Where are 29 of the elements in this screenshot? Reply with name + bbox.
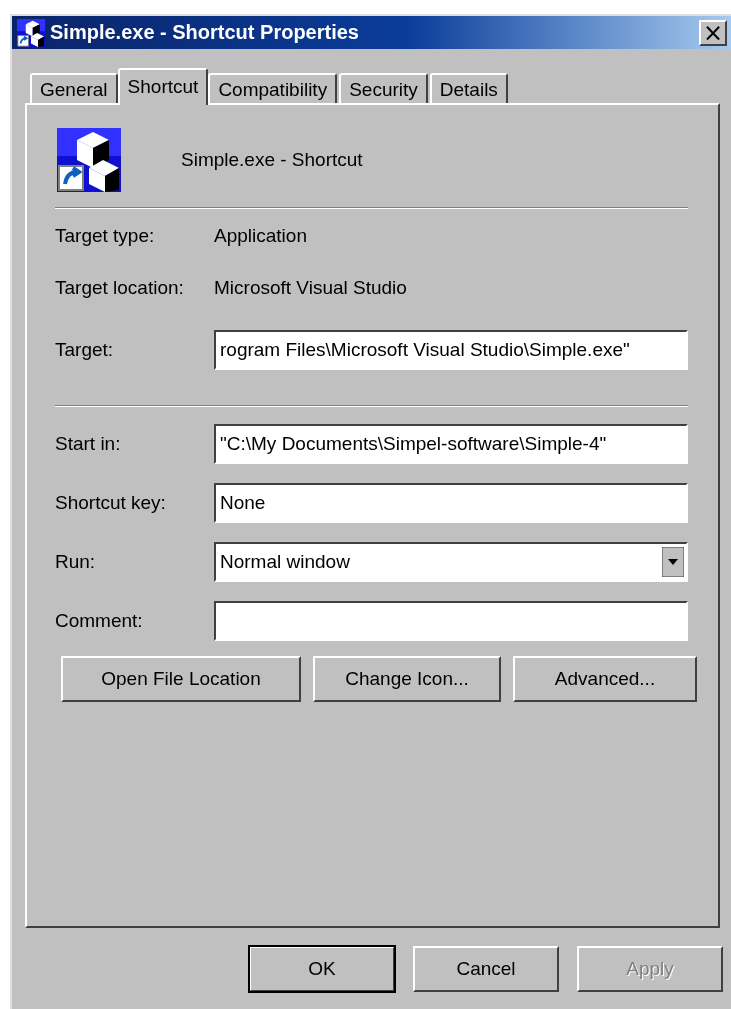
field-value: Application (214, 225, 307, 247)
dropdown-arrow-icon[interactable] (662, 547, 684, 577)
tab[interactable]: Details (429, 73, 508, 103)
text-field[interactable]: "C:\My Documents\Simpel-software\Simple-4" (214, 424, 688, 464)
field-label: Start in: (55, 433, 122, 455)
field-label: Run: (55, 551, 97, 573)
tab[interactable]: Compatibility (208, 73, 338, 103)
dialog-button[interactable]: OK (249, 946, 395, 992)
tab[interactable]: Shortcut (117, 68, 209, 105)
field-value: Microsoft Visual Studio (214, 277, 407, 299)
text-field[interactable] (214, 601, 688, 641)
action-button[interactable]: Advanced... (513, 656, 697, 702)
field-label: Shortcut key: (55, 492, 167, 514)
tab[interactable]: Security (339, 73, 428, 103)
close-button[interactable]: × (699, 19, 727, 46)
field-label: Target type: (55, 225, 156, 247)
text-field[interactable]: rogram Files\Microsoft Visual Studio\Simple.exe" (214, 330, 688, 370)
action-button[interactable]: Open File Location (61, 656, 301, 702)
app-icon (16, 18, 46, 47)
field-label: Target: (55, 339, 115, 361)
field-label: Target location: (55, 277, 185, 299)
field-label: Comment: (55, 610, 144, 632)
window-title: Simple.exe - Shortcut Properties (50, 21, 360, 44)
shortcut-name: Simple.exe - Shortcut (181, 149, 363, 171)
action-button[interactable]: Change Icon... (313, 656, 501, 702)
text-field[interactable]: None (214, 483, 688, 523)
run-dropdown[interactable]: Normal window (214, 542, 688, 582)
app-icon (57, 128, 121, 192)
dialog-button[interactable]: Cancel (413, 946, 559, 992)
